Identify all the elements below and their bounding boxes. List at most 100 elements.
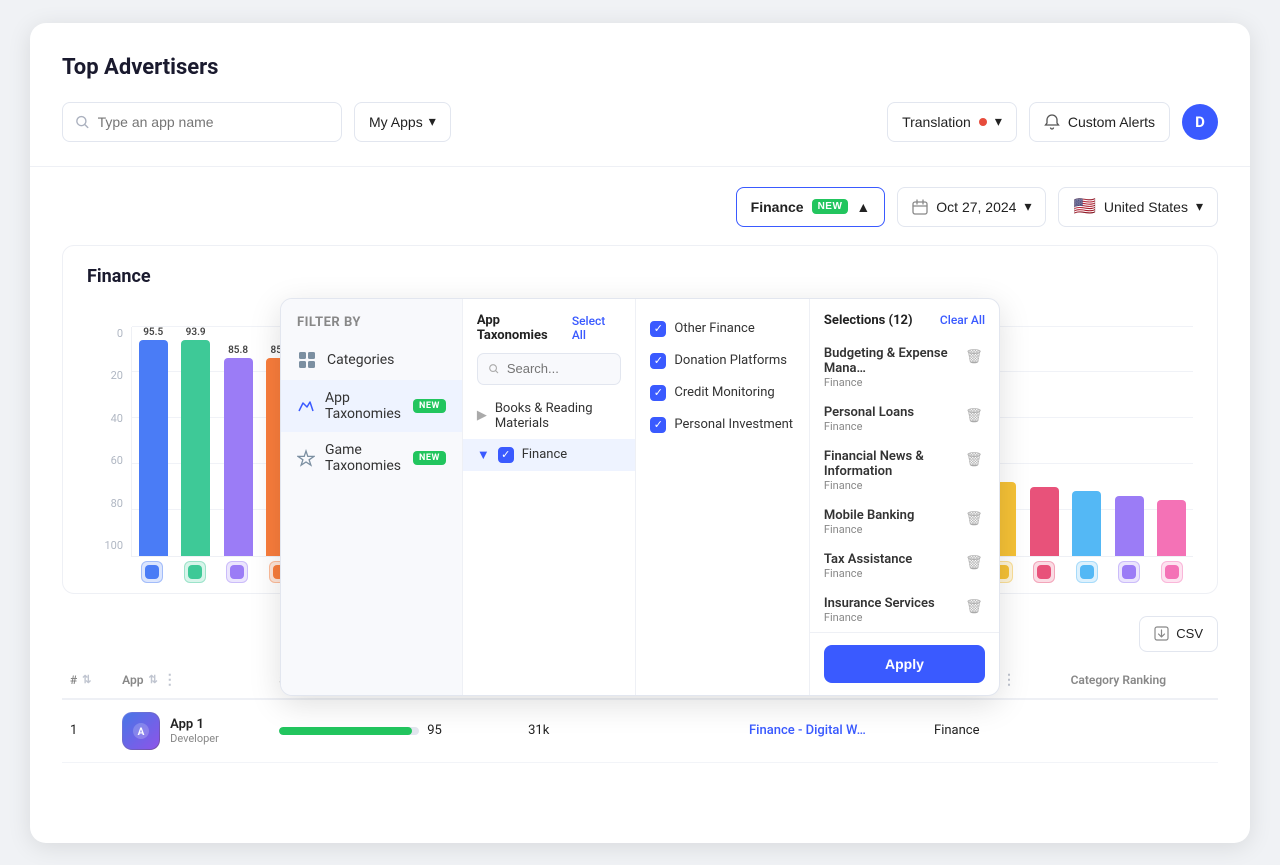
bar-icon-1: [173, 561, 215, 583]
bar-24[interactable]: [1157, 500, 1186, 555]
search-box[interactable]: [62, 102, 342, 142]
other-finance-checkbox[interactable]: [650, 321, 666, 337]
filter-app-taxonomies[interactable]: App Taxonomies NEW: [281, 380, 462, 432]
sort-icon-rank[interactable]: ⇅: [82, 673, 91, 686]
country-button[interactable]: 🇺🇸 United States ▾: [1058, 187, 1218, 227]
credit-monitoring-label: Credit Monitoring: [674, 385, 774, 400]
col-app: App ⇅ ⋮: [114, 662, 271, 699]
select-all-link[interactable]: Select All: [572, 314, 622, 342]
app-taxonomies-icon: [297, 396, 315, 416]
bar-col-22: [1066, 327, 1108, 556]
progress-bar-fill: [279, 727, 412, 735]
selections-header: Selections (12) Clear All: [810, 313, 999, 338]
sub-item-credit-monitoring[interactable]: Credit Monitoring: [636, 377, 809, 409]
filter-bar: Finance NEW ▲ Oct 27, 2024 ▾ 🇺🇸 United S…: [62, 187, 1218, 227]
selection-mobile-banking-name: Mobile Banking: [824, 508, 955, 523]
delete-tax-assistance-button[interactable]: 🗑: [963, 552, 985, 574]
custom-alerts-button[interactable]: Custom Alerts: [1029, 102, 1170, 142]
donation-platforms-checkbox[interactable]: [650, 353, 666, 369]
search-input[interactable]: [98, 114, 329, 130]
credit-monitoring-checkbox[interactable]: [650, 385, 666, 401]
bar-0[interactable]: [139, 340, 168, 556]
bar-icon-0: [131, 561, 173, 583]
my-apps-label: My Apps: [369, 114, 423, 130]
avatar[interactable]: D: [1182, 104, 1218, 140]
tax-search-input[interactable]: [507, 361, 611, 376]
apply-button[interactable]: Apply: [824, 645, 985, 683]
selection-budgeting: Budgeting & Expense Mana… Finance 🗑: [810, 338, 999, 397]
delete-mobile-banking-button[interactable]: 🗑: [963, 508, 985, 530]
selection-financial-news: Financial News & Information Finance 🗑: [810, 441, 999, 500]
sub-item-personal-investment[interactable]: Personal Investment: [636, 409, 809, 441]
divider: [30, 166, 1250, 167]
finance-checkbox[interactable]: [498, 447, 514, 463]
selection-financial-news-name: Financial News & Information: [824, 449, 955, 479]
y-label-80: 80: [87, 497, 123, 510]
chart-title: Finance: [87, 266, 1193, 287]
date-button[interactable]: Oct 27, 2024 ▾: [897, 187, 1046, 227]
selection-insurance-cat: Finance: [824, 611, 955, 624]
y-label-100: 100: [87, 539, 123, 552]
selection-personal-loans-cat: Finance: [824, 420, 955, 433]
selection-mobile-banking: Mobile Banking Finance 🗑: [810, 500, 999, 544]
bar-22[interactable]: [1072, 491, 1101, 555]
personal-investment-checkbox[interactable]: [650, 417, 666, 433]
selection-financial-news-cat: Finance: [824, 479, 955, 492]
taxonomies-panel: App Taxonomies Select All ▶ Books & Read…: [463, 299, 637, 695]
translation-button[interactable]: Translation ▾: [887, 102, 1017, 142]
my-apps-button[interactable]: My Apps ▾: [354, 102, 451, 142]
bar-2[interactable]: [224, 358, 253, 555]
delete-budgeting-button[interactable]: 🗑: [963, 346, 985, 368]
more-icon-cat[interactable]: ⋮: [1002, 672, 1016, 688]
chevron-down-finance-icon: ▼: [477, 447, 490, 463]
selection-budgeting-name: Budgeting & Expense Mana…: [824, 346, 955, 376]
filter-by-title: Filter by: [281, 315, 462, 340]
download-icon: [1154, 626, 1169, 641]
delete-personal-loans-button[interactable]: 🗑: [963, 405, 985, 427]
csv-button[interactable]: CSV: [1139, 616, 1218, 652]
custom-alerts-label: Custom Alerts: [1068, 114, 1155, 130]
bar-23[interactable]: [1115, 496, 1144, 556]
new-badge: NEW: [812, 199, 849, 214]
app-developer: Developer: [170, 732, 219, 745]
sort-icon-app[interactable]: ⇅: [148, 673, 157, 686]
filter-dropdown: Filter by Categories: [280, 298, 1000, 696]
y-label-40: 40: [87, 412, 123, 425]
game-taxonomies-label: Game Taxonomies: [325, 442, 403, 474]
categories-label: Categories: [327, 352, 394, 368]
categories-icon: [297, 350, 317, 370]
filter-game-taxonomies[interactable]: Game Taxonomies NEW: [281, 432, 462, 484]
finance-filter-button[interactable]: Finance NEW ▲: [736, 187, 886, 227]
app-info: App 1 Developer: [170, 717, 219, 745]
sub-item-donation-platforms[interactable]: Donation Platforms: [636, 345, 809, 377]
tax-search-box[interactable]: [477, 353, 622, 385]
delete-insurance-button[interactable]: 🗑: [963, 596, 985, 618]
app-icon-inner: A: [123, 713, 159, 749]
selection-personal-loans-info: Personal Loans Finance: [824, 405, 955, 433]
selection-budgeting-cat: Finance: [824, 376, 955, 389]
visibility-value: 95: [427, 723, 442, 738]
cell-taxonomy: Finance - Digital W…: [741, 699, 926, 763]
y-label-20: 20: [87, 369, 123, 382]
sub-item-other-finance[interactable]: Other Finance: [636, 313, 809, 345]
finance-tax-label: Finance: [522, 447, 567, 462]
tax-item-books[interactable]: ▶ Books & Reading Materials: [463, 393, 636, 439]
bar-21[interactable]: [1030, 487, 1059, 556]
filter-categories[interactable]: Categories: [281, 340, 462, 380]
bar-icon-24: [1151, 561, 1193, 583]
clear-all-link[interactable]: Clear All: [940, 313, 985, 327]
more-icon-app[interactable]: ⋮: [163, 672, 177, 688]
cell-rank: 1: [62, 699, 114, 763]
chevron-down-icon-date: ▾: [1024, 198, 1031, 215]
donation-platforms-label: Donation Platforms: [674, 353, 787, 368]
main-card: Top Advertisers My Apps ▾ Translation ▾ …: [30, 23, 1250, 843]
bar-value-1: 93.9: [186, 327, 206, 338]
selection-mobile-banking-info: Mobile Banking Finance: [824, 508, 955, 536]
country-label: United States: [1104, 199, 1188, 215]
game-tax-new-badge: NEW: [413, 451, 446, 465]
delete-financial-news-button[interactable]: 🗑: [963, 449, 985, 471]
taxonomies-header: App Taxonomies Select All: [463, 313, 636, 353]
bar-1[interactable]: [181, 340, 210, 556]
selection-tax-assistance-name: Tax Assistance: [824, 552, 955, 567]
tax-item-finance[interactable]: ▼ Finance: [463, 439, 636, 471]
